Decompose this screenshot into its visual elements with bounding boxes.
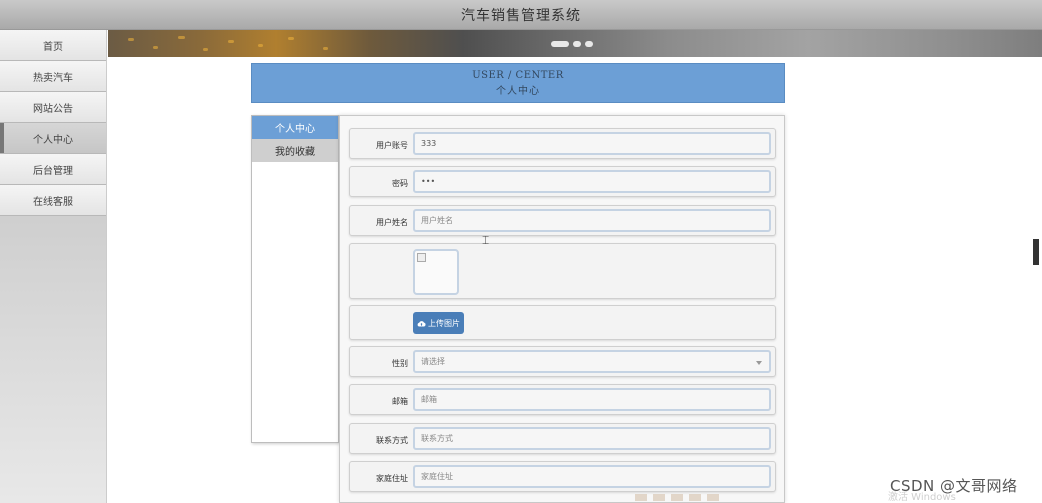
form-row-password: 密码 ••• — [349, 166, 776, 197]
menu-item-favorites[interactable]: 我的收藏 — [252, 139, 338, 162]
user-center-menu: 个人中心 我的收藏 — [251, 115, 339, 443]
sidebar-item-label: 在线客服 — [33, 196, 73, 208]
toolbar-icon[interactable] — [653, 494, 665, 501]
banner-decoration — [128, 38, 134, 41]
sidebar-item-label: 网站公告 — [33, 103, 73, 115]
sidebar-item-announcements[interactable]: 网站公告 — [0, 92, 106, 123]
menu-item-label: 我的收藏 — [275, 147, 315, 158]
toolbar-icon[interactable] — [707, 494, 719, 501]
phone-input[interactable]: 联系方式 — [413, 427, 771, 450]
form-row-email: 邮箱 邮箱 — [349, 384, 776, 415]
header-title-cn: 个人中心 — [496, 86, 540, 97]
email-input[interactable]: 邮箱 — [413, 388, 771, 411]
form-row-avatar — [349, 243, 776, 299]
address-placeholder: 家庭住址 — [421, 472, 453, 481]
sidebar-item-admin[interactable]: 后台管理 — [0, 154, 106, 185]
avatar-preview[interactable] — [413, 249, 459, 295]
sidebar-item-label: 首页 — [43, 41, 63, 53]
header-title-en: USER / CENTER — [472, 70, 564, 81]
toolbar-icon[interactable] — [671, 494, 683, 501]
gender-placeholder: 请选择 — [421, 357, 445, 366]
banner-decoration — [178, 36, 185, 39]
banner-decoration — [228, 40, 234, 43]
sidebar-item-home[interactable]: 首页 — [0, 30, 106, 61]
sidebar-item-label: 热卖汽车 — [33, 72, 73, 84]
bottom-toolbar — [635, 494, 719, 501]
gender-select[interactable]: 请选择 — [413, 350, 771, 373]
password-input[interactable]: ••• — [413, 170, 771, 193]
banner-decoration — [153, 46, 158, 49]
top-bar: 汽车销售管理系统 — [0, 0, 1042, 30]
phone-placeholder: 联系方式 — [421, 434, 453, 443]
broken-image-icon — [417, 253, 426, 262]
password-label: 密码 — [392, 179, 408, 188]
menu-item-label: 个人中心 — [275, 124, 315, 135]
carousel-dot[interactable] — [573, 41, 581, 47]
mouse-cursor-icon: ⌶ — [482, 233, 490, 247]
csdn-watermark: CSDN @文哥网络 — [890, 477, 1018, 495]
account-label: 用户账号 — [376, 141, 408, 150]
sidebar-item-hot-cars[interactable]: 热卖汽车 — [0, 61, 106, 92]
sidebar: 首页 热卖汽车 网站公告 个人中心 后台管理 在线客服 — [0, 30, 107, 503]
toolbar-icon[interactable] — [689, 494, 701, 501]
account-input[interactable]: 333 — [413, 132, 771, 155]
name-placeholder: 用户姓名 — [421, 216, 453, 225]
address-label: 家庭住址 — [376, 474, 408, 483]
banner-decoration — [323, 47, 328, 50]
sidebar-item-support[interactable]: 在线客服 — [0, 185, 106, 216]
gender-label: 性别 — [392, 359, 408, 368]
carousel-dot[interactable] — [585, 41, 593, 47]
profile-form: 用户账号 333 密码 ••• 用户姓名 用户姓名 上传图片 性别 请选择 邮箱 — [339, 115, 785, 503]
form-row-address: 家庭住址 家庭住址 — [349, 461, 776, 492]
name-input[interactable]: 用户姓名 — [413, 209, 771, 232]
banner-decoration — [288, 37, 294, 40]
form-row-name: 用户姓名 用户姓名 — [349, 205, 776, 236]
menu-item-user-center[interactable]: 个人中心 — [252, 116, 338, 139]
form-row-upload: 上传图片 — [349, 305, 776, 340]
chevron-down-icon — [756, 361, 762, 365]
scrollbar-handle[interactable] — [1033, 239, 1039, 265]
name-label: 用户姓名 — [376, 218, 408, 227]
email-placeholder: 邮箱 — [421, 395, 437, 404]
cloud-upload-icon — [417, 320, 426, 326]
sidebar-item-label: 个人中心 — [33, 134, 73, 146]
sidebar-item-user-center[interactable]: 个人中心 — [0, 123, 106, 154]
carousel-dots — [551, 41, 593, 47]
password-value: ••• — [421, 177, 436, 186]
form-row-account: 用户账号 333 — [349, 128, 776, 159]
user-center-header: USER / CENTER 个人中心 — [251, 63, 785, 103]
upload-button-label: 上传图片 — [428, 318, 460, 328]
upload-image-button[interactable]: 上传图片 — [413, 312, 464, 334]
form-row-gender: 性别 请选择 — [349, 346, 776, 377]
sidebar-item-label: 后台管理 — [33, 165, 73, 177]
carousel-dot[interactable] — [551, 41, 569, 47]
email-label: 邮箱 — [392, 397, 408, 406]
banner-decoration — [258, 44, 263, 47]
toolbar-icon[interactable] — [635, 494, 647, 501]
form-row-phone: 联系方式 联系方式 — [349, 423, 776, 454]
address-input[interactable]: 家庭住址 — [413, 465, 771, 488]
app-title: 汽车销售管理系统 — [461, 7, 581, 24]
banner-carousel — [108, 30, 1042, 57]
account-value: 333 — [421, 139, 437, 148]
banner-decoration — [203, 48, 208, 51]
phone-label: 联系方式 — [376, 436, 408, 445]
